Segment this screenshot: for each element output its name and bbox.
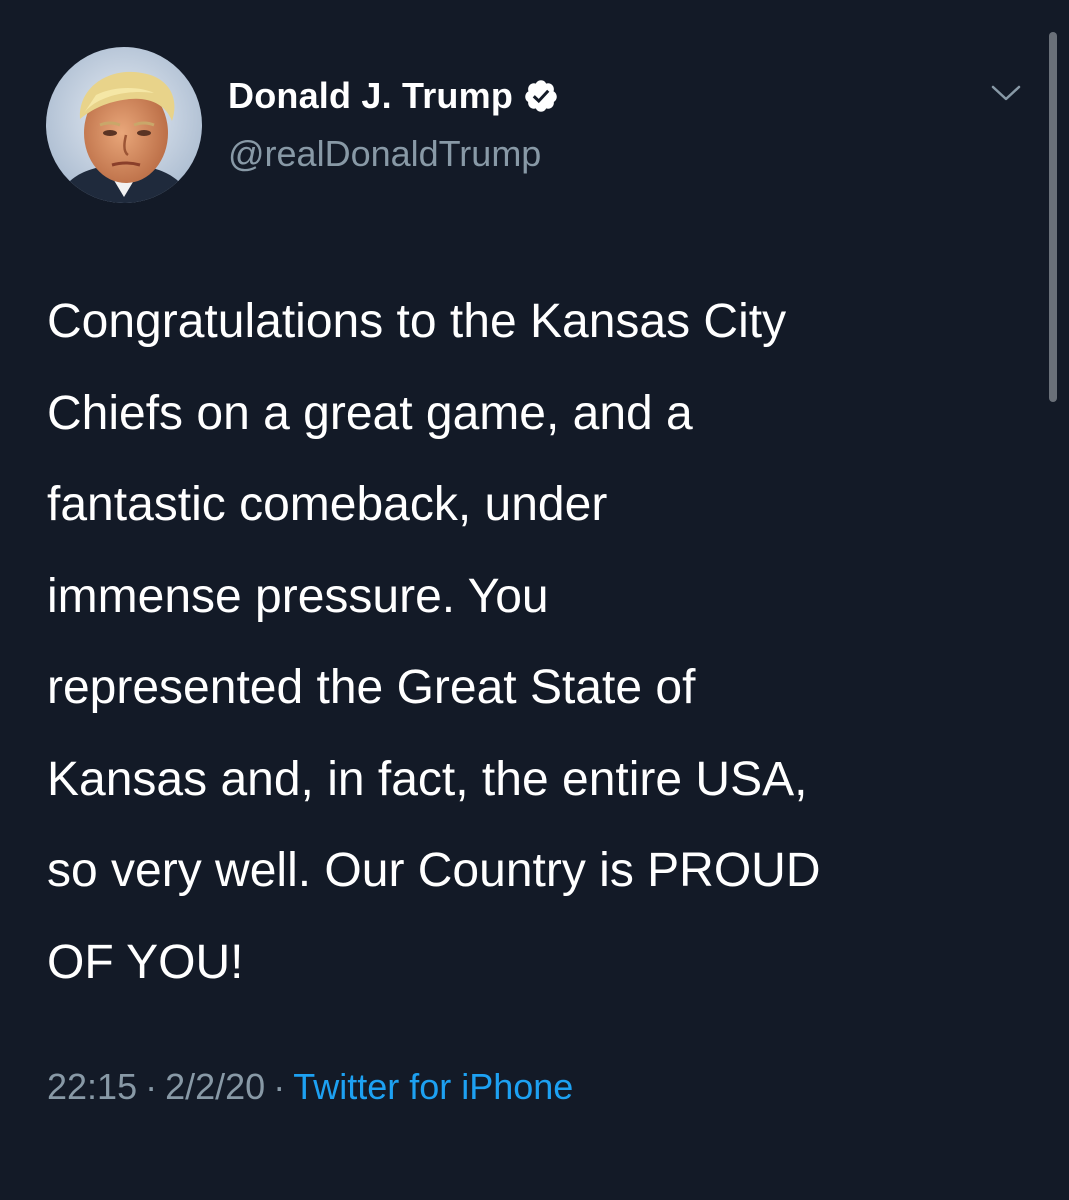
meta-separator: · xyxy=(273,1066,286,1107)
tweet-card: Donald J. Trump @realDonaldTrump Congrat… xyxy=(0,0,1069,1200)
tweet-source-link[interactable]: Twitter for iPhone xyxy=(293,1066,573,1107)
tweet-time[interactable]: 22:15 xyxy=(47,1066,137,1107)
tweet-text-line: Kansas and, in fact, the entire USA, xyxy=(47,752,808,806)
tweet-text-line: immense pressure. You xyxy=(47,569,549,623)
tweet-text-line: represented the Great State of xyxy=(47,661,696,714)
scrollbar[interactable] xyxy=(1049,32,1057,402)
author-handle[interactable]: @realDonaldTrump xyxy=(228,133,541,175)
author-display-name[interactable]: Donald J. Trump xyxy=(228,75,513,117)
meta-separator: · xyxy=(145,1066,158,1107)
tweet-text-line: so very well. Our Country is PROUD xyxy=(47,844,821,897)
tweet-text: Congratulations to the Kansas City Chief… xyxy=(47,276,1037,1008)
author-name-row[interactable]: Donald J. Trump xyxy=(228,73,559,119)
chevron-down-icon[interactable] xyxy=(990,83,1022,103)
verified-badge-icon xyxy=(525,80,557,112)
profile-photo-avatar xyxy=(46,47,202,203)
tweet-text-line: Chiefs on a great game, and a xyxy=(47,386,693,440)
avatar[interactable] xyxy=(46,47,202,203)
tweet-text-line: fantastic comeback, under xyxy=(47,478,608,531)
tweet-text-line: OF YOU! xyxy=(47,935,244,989)
tweet-text-line: Congratulations to the Kansas City xyxy=(47,295,787,348)
tweet-meta: 22:15 · 2/2/20 · Twitter for iPhone xyxy=(47,1066,573,1108)
tweet-date[interactable]: 2/2/20 xyxy=(165,1066,265,1107)
